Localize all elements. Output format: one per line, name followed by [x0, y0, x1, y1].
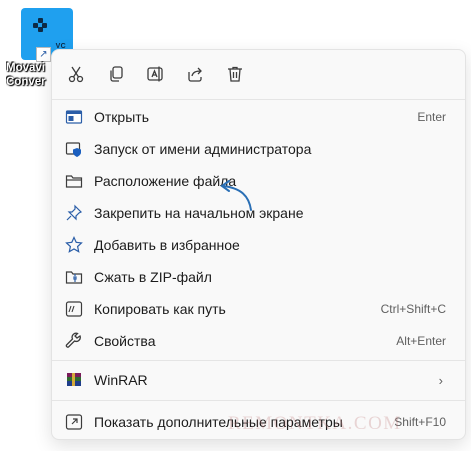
menu-item-add-favorites[interactable]: Добавить в избранное: [56, 230, 461, 260]
copy-button[interactable]: [102, 60, 130, 88]
menu-item-label: Свойства: [94, 333, 156, 349]
menu-item-shortcut: Enter: [417, 110, 446, 124]
menu-item-properties[interactable]: Свойства Alt+Enter: [56, 326, 461, 356]
menu-item-label: Добавить в избранное: [94, 237, 240, 253]
context-menu: Открыть Enter Запуск от имени администра…: [51, 49, 466, 440]
winrar-icon: [65, 371, 83, 389]
more-options-icon: [65, 413, 83, 431]
menu-separator: [52, 99, 465, 100]
wrench-icon: [65, 332, 83, 350]
menu-item-shortcut: Shift+F10: [394, 415, 446, 429]
copy-icon: [110, 66, 123, 82]
desktop-shortcut-label: Movavi Conver: [6, 62, 46, 88]
menu-item-label: Открыть: [94, 109, 149, 125]
chevron-right-icon: ›: [438, 372, 443, 388]
zip-folder-icon: [65, 268, 83, 286]
menu-item-zip[interactable]: Сжать в ZIP-файл: [56, 262, 461, 292]
app-logo-dots: [33, 18, 47, 32]
annotation-arrow-icon: [220, 180, 252, 211]
menu-item-copy-path[interactable]: Копировать как путь Ctrl+Shift+C: [56, 294, 461, 324]
folder-icon: [65, 172, 83, 190]
cut-button[interactable]: [62, 60, 90, 88]
share-icon: [188, 67, 202, 82]
delete-button[interactable]: [221, 60, 249, 88]
menu-item-label: Запуск от имени администратора: [94, 141, 312, 157]
scissors-icon: [68, 66, 84, 83]
menu-item-shortcut: Alt+Enter: [396, 334, 446, 348]
menu-item-file-location[interactable]: Расположение файла: [56, 166, 461, 196]
menu-item-label: WinRAR: [94, 372, 148, 388]
menu-item-run-as-admin[interactable]: Запуск от имени администратора: [56, 134, 461, 164]
menu-item-shortcut: Ctrl+Shift+C: [380, 302, 446, 316]
shield-icon: [65, 140, 83, 158]
star-icon: [65, 236, 83, 254]
menu-item-label: Закрепить на начальном экране: [94, 205, 304, 221]
pin-icon: [65, 204, 83, 222]
rename-icon: [147, 66, 163, 82]
shortcut-arrow-icon: ↗: [36, 47, 51, 62]
share-button[interactable]: [181, 60, 209, 88]
rename-button[interactable]: [141, 60, 169, 88]
menu-item-label: Сжать в ZIP-файл: [94, 269, 212, 285]
copy-path-icon: [65, 300, 83, 318]
menu-separator: [52, 400, 465, 401]
menu-item-label: Копировать как путь: [94, 301, 226, 317]
open-window-icon: [65, 108, 83, 126]
watermark: REMONTKA.COM: [228, 413, 402, 434]
menu-item-open[interactable]: Открыть Enter: [56, 102, 461, 132]
trash-icon: [228, 66, 242, 82]
menu-separator: [52, 360, 465, 361]
menu-item-winrar[interactable]: WinRAR ›: [56, 365, 461, 395]
menu-item-pin-start[interactable]: Закрепить на начальном экране: [56, 198, 461, 228]
quick-action-bar: [52, 50, 465, 98]
